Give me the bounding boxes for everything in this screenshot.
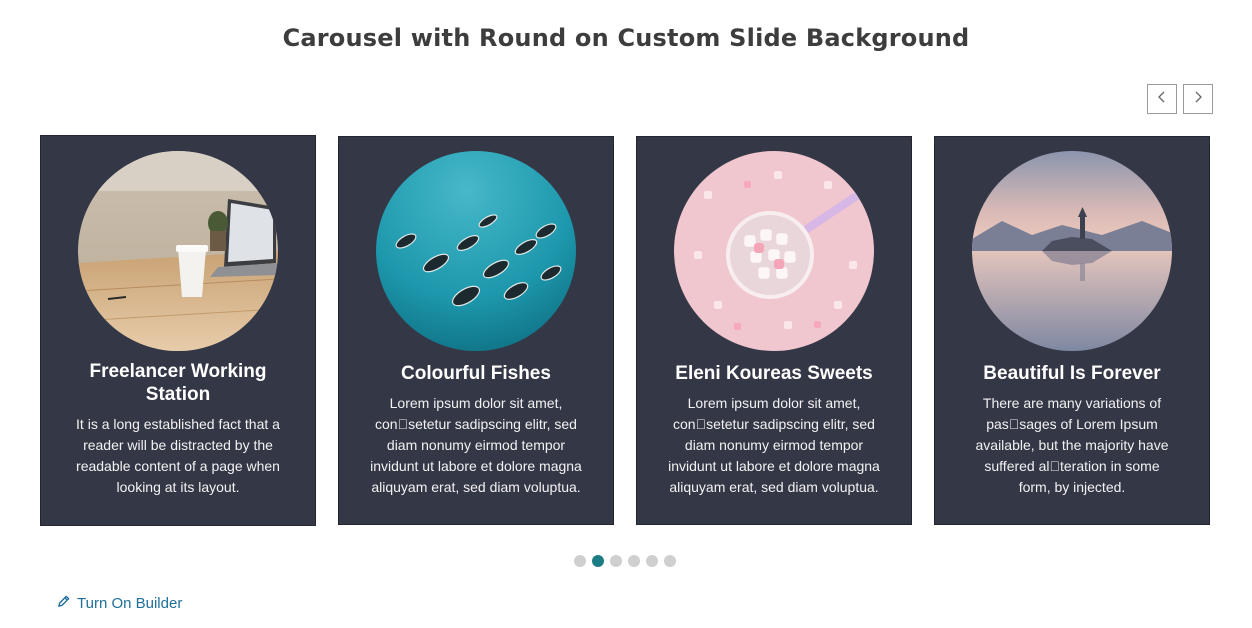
carousel-pagination	[574, 555, 676, 567]
chevron-left-icon	[1157, 90, 1167, 108]
carousel-prev-button[interactable]	[1147, 84, 1177, 114]
carousel-slide[interactable]: Beautiful Is Forever There are many vari…	[934, 136, 1210, 525]
pagination-dot[interactable]	[628, 555, 640, 567]
slide-title: Beautiful Is Forever	[983, 363, 1161, 384]
carousel-slide[interactable]: Freelancer Working Station It is a long …	[40, 135, 316, 526]
slide-text: There are many variations of pas sages o…	[975, 395, 1169, 495]
pagination-dot[interactable]	[664, 555, 676, 567]
turn-on-builder-link[interactable]: Turn On Builder	[56, 594, 182, 613]
chevron-right-icon	[1193, 90, 1203, 108]
pencil-icon	[56, 594, 71, 613]
carousel-slide[interactable]: Eleni Koureas Sweets Lorem ipsum dolor s…	[636, 136, 912, 525]
slide-text: Lorem ipsum dolor sit amet, con setetur …	[668, 395, 880, 495]
pagination-dot[interactable]	[574, 555, 586, 567]
slide-text: Lorem ipsum dolor sit amet, con setetur …	[370, 395, 582, 495]
turn-on-builder-label: Turn On Builder	[77, 595, 183, 612]
carousel-next-button[interactable]	[1183, 84, 1213, 114]
pagination-dot[interactable]	[646, 555, 658, 567]
slide-title: Colourful Fishes	[401, 363, 551, 384]
fishes-underwater-photo	[376, 151, 576, 351]
carousel-slide[interactable]: Colourful Fishes Lorem ipsum dolor sit a…	[338, 136, 614, 525]
pagination-dot[interactable]	[610, 555, 622, 567]
laptop-desk-photo	[78, 151, 278, 351]
slide-text: It is a long established fact that a rea…	[76, 416, 280, 495]
pagination-dot-active[interactable]	[592, 555, 604, 567]
slide-title: Eleni Koureas Sweets	[675, 363, 873, 384]
marshmallow-cup-photo	[674, 151, 874, 351]
slide-title: Freelancer Working Station	[89, 361, 267, 405]
page-title: Carousel with Round on Custom Slide Back…	[282, 24, 970, 52]
lake-island-photo	[972, 151, 1172, 351]
